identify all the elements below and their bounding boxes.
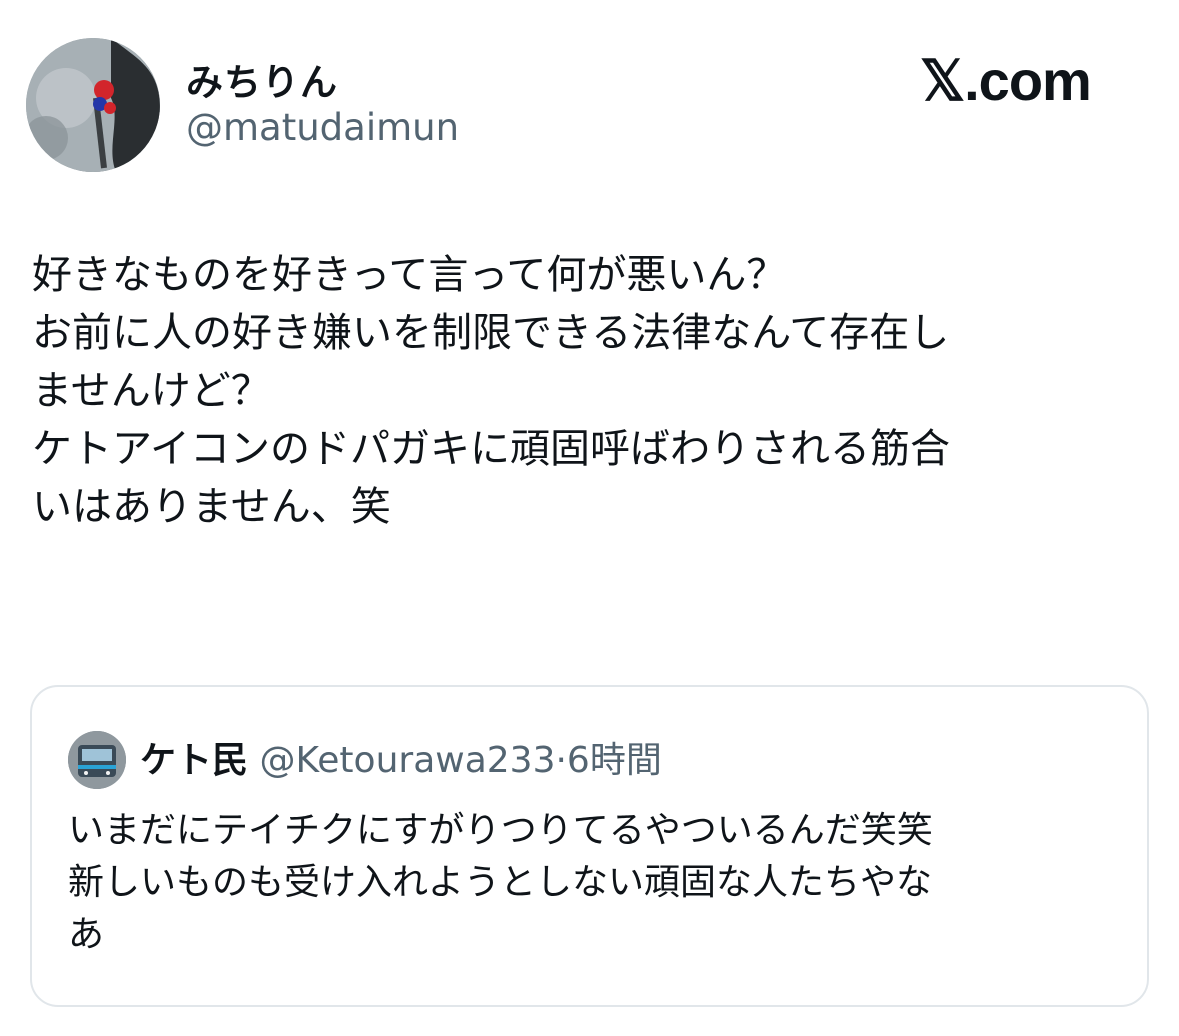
quote-header: ケト民 @Ketourawa233·6時間 bbox=[140, 731, 662, 783]
author-avatar[interactable] bbox=[26, 38, 160, 172]
quote-tweet-card[interactable]: ケト民 @Ketourawa233·6時間 いまだにテイチクにすがりつりてるやつ… bbox=[30, 685, 1149, 1007]
quote-separator: · bbox=[555, 740, 567, 781]
quote-handle[interactable]: @Ketourawa233 bbox=[259, 740, 555, 781]
avatar-image-icon bbox=[26, 38, 160, 172]
tweet-text: 好きなものを好きって言って何が悪いん？ お前に人の好き嫌いを制限できる法律なんて… bbox=[32, 252, 950, 530]
quote-timestamp[interactable]: 6時間 bbox=[567, 740, 662, 781]
train-avatar-icon bbox=[68, 731, 126, 789]
author-handle[interactable]: @matudaimun bbox=[186, 106, 459, 149]
quote-author-avatar[interactable] bbox=[68, 731, 126, 789]
quote-display-name[interactable]: ケト民 bbox=[140, 740, 248, 781]
quote-text: いまだにテイチクにすがりつりてるやついるんだ笑笑 新しいものも受け入れようとしな… bbox=[68, 810, 933, 955]
author-display-name[interactable]: みちりん bbox=[186, 52, 338, 106]
x-logo-icon: 𝕏.com bbox=[920, 49, 1092, 112]
